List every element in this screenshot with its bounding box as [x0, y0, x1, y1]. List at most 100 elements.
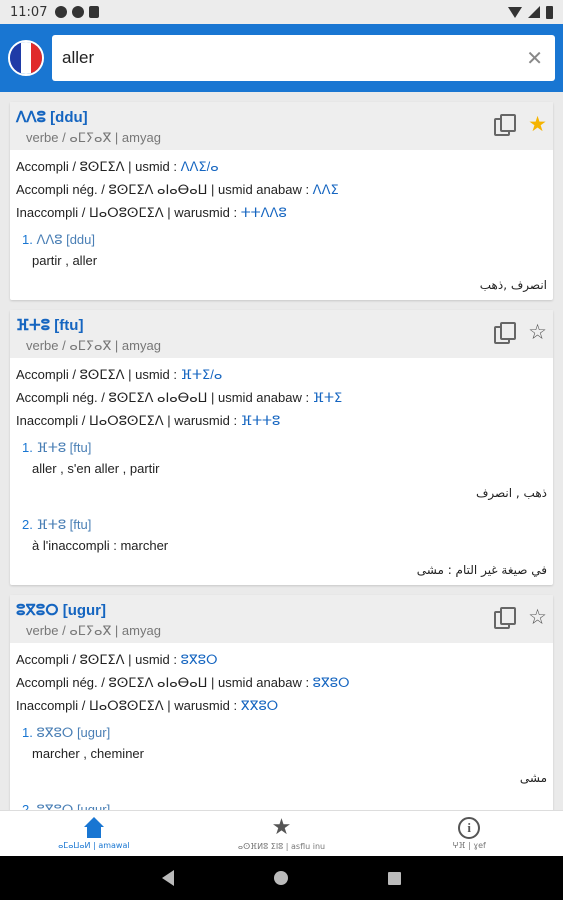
- app-bar: ✕: [0, 24, 563, 92]
- conjugation-label: Accompli / ⵓⵙⵎⵉⴷ | usmid :: [16, 159, 181, 174]
- nav-label: ⴰⵙⴼⵍⵓ ⵉⵏⵓ | asflu inu: [237, 842, 326, 851]
- conjugation-value: ⴷⴷⵉ/ⴰ: [180, 159, 219, 174]
- copy-icon[interactable]: [494, 322, 517, 344]
- home-icon: [83, 817, 105, 839]
- entry-card: ⵓⴳⵓⵔ [ugur] verbe / ⴰⵎⵢⴰⴳ | amyag ☆ Accompl…: [10, 595, 553, 810]
- conjugation-label: Accompli nég. / ⵓⵙⵎⵉⴷ ⴰⵏⴰⴱⴰⵡ | usmid ana…: [16, 390, 313, 405]
- nav-item-2[interactable]: i ⵖⴼ | ɣef: [375, 811, 563, 856]
- sense-item: 1. ⵓⴳⵓⵔ [ugur] marcher , cheminer مشى: [16, 724, 547, 797]
- star-icon: ★: [271, 815, 292, 840]
- entry-body: Accompli / ⵓⵙⵎⵉⴷ | usmid : ⵓⴳⵓⵔ Accompli …: [10, 643, 553, 810]
- sense-item: 1. ⴼⵜⵓ [ftu] aller , s'en aller , partir ذ…: [16, 439, 547, 512]
- conjugation-line: Accompli nég. / ⵓⵙⵎⵉⴷ ⴰⵏⴰⴱⴰⵡ | usmid ana…: [16, 389, 547, 412]
- search-box: ✕: [52, 35, 555, 81]
- conjugation-line: Accompli nég. / ⵓⵙⵎⵉⴷ ⴰⵏⴰⴱⴰⵡ | usmid ana…: [16, 674, 547, 697]
- nav-label: ⴰⵎⴰⵡⴰⵍ | amawal: [58, 841, 130, 850]
- nav-label: ⵖⴼ | ɣef: [452, 841, 486, 850]
- clear-icon[interactable]: ✕: [526, 48, 543, 68]
- conjugation-line: Inaccompli / ⵡⴰⵔⵓⵙⵎⵉⴷ | warusmid : ⴳⴳⵓⵔ: [16, 697, 547, 720]
- conjugation-line: Accompli / ⵓⵙⵎⵉⴷ | usmid : ⵓⴳⵓⵔ: [16, 651, 547, 674]
- entry-title[interactable]: ⴼⵜⵓ [ftu]: [16, 316, 545, 334]
- star-filled-icon[interactable]: ★: [528, 114, 547, 135]
- entry-card: ⴷⴷⵓ [ddu] verbe / ⴰⵎⵢⴰⴳ | amyag ★ Accompli …: [10, 102, 553, 300]
- conjugation-label: Accompli nég. / ⵓⵙⵎⵉⴷ ⴰⵏⴰⴱⴰⵡ | usmid ana…: [16, 182, 313, 197]
- conjugation-line: Accompli nég. / ⵓⵙⵎⵉⴷ ⴰⵏⴰⴱⴰⵡ | usmid ana…: [16, 181, 547, 204]
- home-button-icon[interactable]: [274, 871, 288, 885]
- flag-stripe-red: [31, 42, 42, 74]
- copy-icon[interactable]: [494, 607, 517, 629]
- conjugation-line: Inaccompli / ⵡⴰⵔⵓⵙⵎⵉⴷ | warusmid : ⵜⵜⴷⴷⵓ: [16, 204, 547, 227]
- sense-translation: à l'inaccompli : marcher: [32, 538, 169, 553]
- search-input[interactable]: [62, 48, 527, 68]
- entry-body: Accompli / ⵓⵙⵎⵉⴷ | usmid : ⴼⵜⵉ/ⴰ Accompli…: [10, 358, 553, 585]
- sense-arabic: انصرف ,ذهب: [479, 278, 547, 292]
- sense-arabic: ذهب , انصرف: [475, 486, 547, 500]
- entry-title[interactable]: ⴷⴷⵓ [ddu]: [16, 108, 545, 126]
- entry-header: ⵓⴳⵓⵔ [ugur] verbe / ⴰⵎⵢⴰⴳ | amyag ☆: [10, 595, 553, 643]
- info-icon: i: [458, 817, 481, 839]
- sense-item: 2. ⵓⴳⵓⵔ [ugur]partir , allerذهب: [16, 801, 547, 810]
- conjugation-value: ⵜⵜⴷⴷⵓ: [240, 205, 287, 220]
- entry-body: Accompli / ⵓⵙⵎⵉⴷ | usmid : ⴷⴷⵉ/ⴰ Accompli…: [10, 150, 553, 300]
- sense-translation: marcher , cheminer: [32, 746, 144, 761]
- sync-icon: [72, 6, 85, 18]
- sense-label: ⴷⴷⵓ [ddu]: [36, 232, 96, 247]
- clock: 11:07: [10, 4, 48, 20]
- sd-card-icon: [89, 6, 100, 18]
- sense-number: 1.: [22, 440, 33, 455]
- conjugation-value: ⴷⴷⵉ: [312, 182, 339, 197]
- flag-stripe-blue: [10, 42, 21, 74]
- conjugation-value: ⴳⴳⵓⵔ: [240, 698, 279, 713]
- entry-pos: verbe / ⴰⵎⵢⴰⴳ | amyag: [26, 338, 161, 353]
- results-list[interactable]: ⴷⴷⵓ [ddu] verbe / ⴰⵎⵢⴰⴳ | amyag ★ Accompli …: [0, 92, 563, 810]
- recents-icon[interactable]: [388, 871, 401, 885]
- entry-card: ⴼⵜⵓ [ftu] verbe / ⴰⵎⵢⴰⴳ | amyag ☆ Accompli …: [10, 310, 553, 585]
- sense-arabic: مشى: [519, 771, 547, 785]
- flag-stripe-white: [20, 42, 32, 74]
- back-icon[interactable]: [162, 870, 174, 886]
- entry-pos: verbe / ⴰⵎⵢⴰⴳ | amyag: [26, 623, 161, 638]
- conjugation-value: ⴼⵜⵉ/ⴰ: [180, 367, 223, 382]
- bottom-navigation: ⴰⵎⴰⵡⴰⵍ | amawal ★ ⴰⵙⴼⵍⵓ ⵉⵏⵓ | asflu inu i ⵖⴼ…: [0, 810, 563, 856]
- nav-item-0[interactable]: ⴰⵎⴰⵡⴰⵍ | amawal: [0, 811, 188, 856]
- conjugation-line: Accompli / ⵓⵙⵎⵉⴷ | usmid : ⴼⵜⵉ/ⴰ: [16, 366, 547, 389]
- conjugation-label: Accompli / ⵓⵙⵎⵉⴷ | usmid :: [16, 367, 181, 382]
- conjugation-label: Accompli nég. / ⵓⵙⵎⵉⴷ ⴰⵏⴰⴱⴰⵡ | usmid ana…: [16, 675, 313, 690]
- sense-label: ⴼⵜⵓ [ftu]: [36, 440, 92, 455]
- wifi-icon: [508, 6, 522, 18]
- entry-title[interactable]: ⵓⴳⵓⵔ [ugur]: [16, 601, 545, 619]
- conjugation-label: Accompli / ⵓⵙⵎⵉⴷ | usmid :: [16, 652, 181, 667]
- sense-label: ⵓⴳⵓⵔ [ugur]: [36, 802, 111, 810]
- conjugation-value: ⵓⴳⵓⵔ: [180, 652, 218, 667]
- sense-number: 2.: [22, 802, 33, 810]
- notification-icon: [55, 6, 68, 18]
- sense-number: 1.: [22, 725, 33, 740]
- conjugation-line: Accompli / ⵓⵙⵎⵉⴷ | usmid : ⴷⴷⵉ/ⴰ: [16, 158, 547, 181]
- star-outline-icon[interactable]: ☆: [528, 607, 547, 628]
- system-navigation-bar: [0, 856, 563, 900]
- entry-pos: verbe / ⴰⵎⵢⴰⴳ | amyag: [26, 130, 161, 145]
- sense-label: ⴼⵜⵓ [ftu]: [36, 517, 92, 532]
- star-outline-icon[interactable]: ☆: [528, 322, 547, 343]
- entry-header: ⴷⴷⵓ [ddu] verbe / ⴰⵎⵢⴰⴳ | amyag ★: [10, 102, 553, 150]
- conjugation-label: Inaccompli / ⵡⴰⵔⵓⵙⵎⵉⴷ | warusmid :: [16, 205, 241, 220]
- sense-translation: partir , aller: [32, 253, 98, 268]
- conjugation-label: Inaccompli / ⵡⴰⵔⵓⵙⵎⵉⴷ | warusmid :: [16, 698, 241, 713]
- battery-icon: [546, 5, 553, 19]
- conjugation-value: ⴼⵜⵉ: [312, 390, 343, 405]
- sense-item: 1. ⴷⴷⵓ [ddu] partir , aller انصرف ,ذهب: [16, 231, 547, 294]
- sense-item: 2. ⴼⵜⵓ [ftu] à l'inaccompli : marcher في ص…: [16, 516, 547, 579]
- sense-label: ⵓⴳⵓⵔ [ugur]: [36, 725, 111, 740]
- conjugation-value: ⴼⵜⵜⵓ: [240, 413, 281, 428]
- nav-item-1[interactable]: ★ ⴰⵙⴼⵍⵓ ⵉⵏⵓ | asflu inu: [188, 811, 376, 856]
- entry-header: ⴼⵜⵓ [ftu] verbe / ⴰⵎⵢⴰⴳ | amyag ☆: [10, 310, 553, 358]
- conjugation-line: Inaccompli / ⵡⴰⵔⵓⵙⵎⵉⴷ | warusmid : ⴼⵜⵜⵓ: [16, 412, 547, 435]
- conjugation-value: ⵓⴳⵓⵔ: [312, 675, 350, 690]
- sense-arabic: في صيغة غير التام : مشى: [416, 563, 547, 577]
- signal-icon: [528, 6, 540, 18]
- copy-icon[interactable]: [494, 114, 517, 136]
- status-bar: 11:07: [0, 0, 563, 24]
- sense-translation: aller , s'en aller , partir: [32, 461, 160, 476]
- french-flag-icon[interactable]: [8, 40, 44, 76]
- sense-number: 1.: [22, 232, 33, 247]
